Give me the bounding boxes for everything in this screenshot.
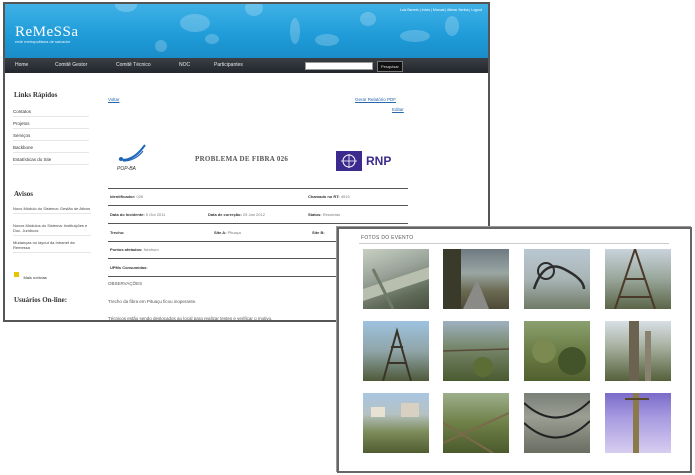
popba-logo: POP-BA xyxy=(115,139,149,175)
nav-home[interactable]: Home xyxy=(15,62,28,68)
field-chamado: Chamado no RT: 4919 xyxy=(308,194,350,199)
quick-links-title: Links Rápidos xyxy=(14,91,58,99)
divider xyxy=(359,243,669,244)
nav-comite-tecnico[interactable]: Comitê Técnico xyxy=(116,62,151,68)
field-label: Site B: xyxy=(312,230,325,235)
check-icon xyxy=(14,272,19,278)
field-trecho: Trecho: xyxy=(110,230,124,235)
sidebar-link-estatisticas[interactable]: Estatísticas do Site xyxy=(13,157,89,165)
notice-item[interactable]: Mudanças no layout da Intranet da Remess… xyxy=(13,240,91,253)
divider xyxy=(108,205,408,206)
event-photo[interactable] xyxy=(363,321,429,381)
sidebar: Links Rápidos Contatos Projetos Serviços… xyxy=(5,73,95,320)
sidebar-link-backbone[interactable]: Backbone xyxy=(13,145,89,153)
more-news-label: Mais notícias xyxy=(23,275,47,280)
sidebar-link-projetos[interactable]: Projetos xyxy=(13,121,89,129)
field-value: 026 xyxy=(136,194,144,199)
observation-text: Técnicos estão sendo deslocados ao local… xyxy=(108,316,273,321)
event-photo[interactable] xyxy=(605,393,671,453)
field-label: Trecho: xyxy=(110,230,125,235)
nav-comite-gestor[interactable]: Comitê Gestor xyxy=(55,62,87,68)
nav-participantes[interactable]: Participantes xyxy=(214,62,243,68)
notice-item[interactable]: Novo Módulo do Sistema: Gestão de Ativos xyxy=(13,206,91,214)
field-data-incidente: Data do Incidente: 5 Out 2011 xyxy=(110,212,165,217)
field-site-b: Site B: xyxy=(312,230,325,235)
field-label: Identificador: xyxy=(110,194,136,199)
event-photo[interactable] xyxy=(605,321,671,381)
sidebar-link-servicos[interactable]: Serviços xyxy=(13,133,89,141)
field-value: Nenhum xyxy=(143,247,159,252)
field-identificador: Identificador: 026 xyxy=(110,194,143,199)
site-header: ReMeSSa rede metropolitana de salvador L… xyxy=(5,4,488,58)
rnp-logo-mark xyxy=(336,151,362,171)
event-photo[interactable] xyxy=(443,321,509,381)
field-value: Pituaçu xyxy=(227,230,241,235)
search-input[interactable] xyxy=(305,62,373,70)
page-title: PROBLEMA DE FIBRA 026 xyxy=(195,155,289,163)
event-photo[interactable] xyxy=(524,321,590,381)
photos-title: FOTOS DO EVENTO xyxy=(361,235,414,241)
event-photo[interactable] xyxy=(443,393,509,453)
field-label: Chamado no RT: xyxy=(308,194,340,199)
notice-item[interactable]: Novos Módulos do Sistema: Instituições e… xyxy=(13,223,91,236)
notices-title: Avisos xyxy=(14,190,33,198)
event-photo[interactable] xyxy=(443,249,509,309)
field-site-a: Site A: Pituaçu xyxy=(214,230,241,235)
field-value: 4919 xyxy=(340,194,350,199)
popba-logo-text: POP-BA xyxy=(117,166,136,172)
field-status: Status: Resolvido xyxy=(308,212,340,217)
event-photo[interactable] xyxy=(605,249,671,309)
field-data-correcao: Data de correção: 25 Jan 2012 xyxy=(208,212,265,217)
sidebar-link-contatos[interactable]: Contatos xyxy=(13,109,89,117)
site-logo-subtitle: rede metropolitana de salvador xyxy=(15,39,71,44)
observation-text: Trecho da fibra em Pituaçu ficou inopera… xyxy=(108,299,197,304)
photos-window: FOTOS DO EVENTO xyxy=(337,227,692,473)
field-value: 5 Out 2011 xyxy=(145,212,166,217)
rnp-logo-text: RNP xyxy=(366,154,392,168)
edit-link[interactable]: Editar xyxy=(392,107,404,112)
field-pontos-afetados: Pontos afetados: Nenhum xyxy=(110,247,159,252)
more-news-link[interactable]: Mais notícias xyxy=(14,266,47,284)
pdf-report-link[interactable]: Gerar Relatório PDF xyxy=(355,97,396,102)
top-links[interactable]: Luiz Barreto | Início | Manual | Alterar… xyxy=(400,8,482,12)
field-label: Site A: xyxy=(214,230,227,235)
event-photo[interactable] xyxy=(524,393,590,453)
field-label: Data do Incidente: xyxy=(110,212,145,217)
observations-title: OBSERVAÇÕES xyxy=(108,281,143,286)
main-nav: Home Comitê Gestor Comitê Técnico NOC Pa… xyxy=(5,58,488,73)
field-label: Data de correção: xyxy=(208,212,242,217)
field-value: Resolvido xyxy=(322,212,341,217)
divider xyxy=(108,223,408,224)
search-button[interactable]: Pesquisar xyxy=(377,61,403,72)
nav-noc[interactable]: NOC xyxy=(179,62,190,68)
back-link[interactable]: Voltar xyxy=(108,97,120,102)
field-label: Pontos afetados: xyxy=(110,247,143,252)
field-upms: UPMs Consumidas: xyxy=(110,265,148,270)
event-photo[interactable] xyxy=(363,393,429,453)
event-photo[interactable] xyxy=(524,249,590,309)
event-photo[interactable] xyxy=(363,249,429,309)
online-users-title: Usuários On-line: xyxy=(14,296,68,304)
field-label: UPMs Consumidas: xyxy=(110,265,148,270)
field-label: Status: xyxy=(308,212,322,217)
field-value: 25 Jan 2012 xyxy=(242,212,265,217)
divider xyxy=(108,188,408,189)
